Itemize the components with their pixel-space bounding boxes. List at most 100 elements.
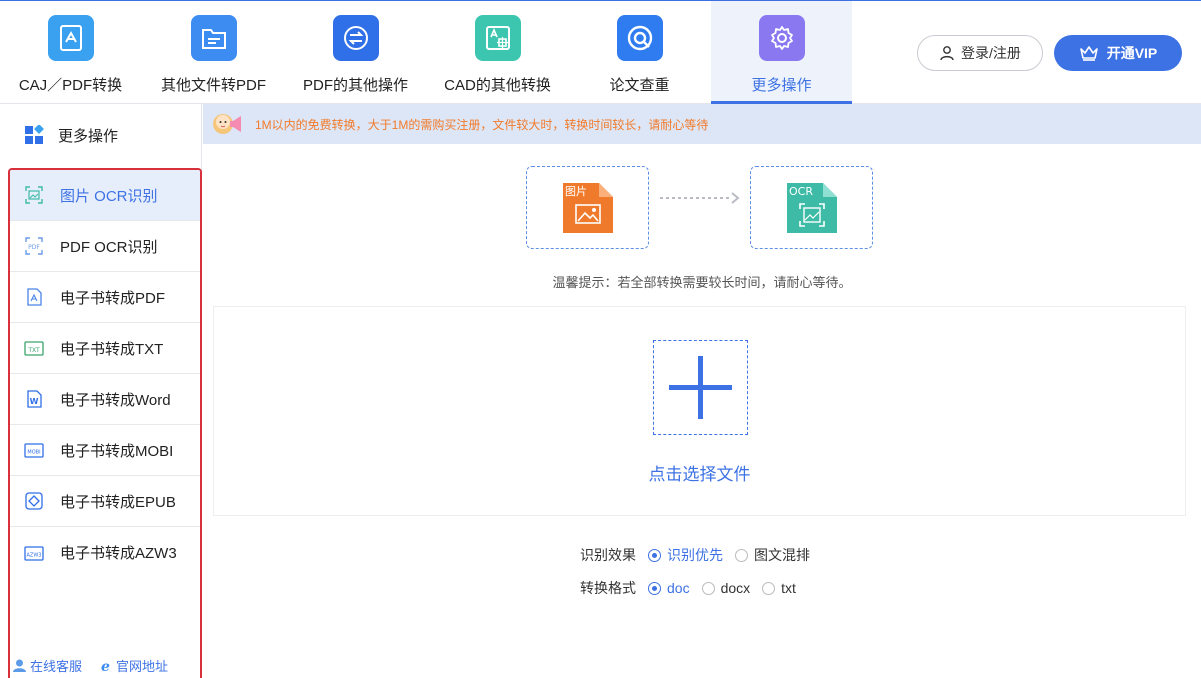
sidebar: 更多操作 图片 OCR识别 PDF PDF OCR识别 电子书转成PDF TXT…: [0, 104, 202, 678]
svg-text:AZW3: AZW3: [27, 552, 42, 558]
notice-bar: 1M以内的免费转换，大于1M的需购买注册，文件较大时，转换时间较长，请耐心等待: [203, 104, 1201, 144]
ocr-file-label: OCR: [789, 185, 813, 198]
svg-text:e: e: [101, 659, 110, 673]
radio-dot: [701, 581, 715, 595]
radio-label: docx: [720, 580, 751, 596]
tool-label: 其他文件转PDF: [160, 77, 266, 94]
svg-text:MOBI: MOBI: [27, 450, 40, 456]
radio-label: 图文混排: [754, 547, 810, 563]
tool-caj-pdf[interactable]: CAJ／PDF转换: [0, 1, 141, 104]
open-vip-button[interactable]: 开通VIP: [1054, 35, 1182, 71]
sidebar-item-label: 电子书转成PDF: [60, 289, 166, 307]
online-service-link[interactable]: 在线客服: [12, 656, 82, 675]
tool-cad-convert[interactable]: CAD的其他转换: [427, 1, 568, 104]
gear-icon: [758, 15, 805, 61]
target-ocr-file: OCR: [750, 166, 873, 249]
output-format-label: 转换格式: [580, 580, 636, 596]
source-image-file: 图片: [526, 166, 649, 249]
ebook-word-icon: W: [27, 390, 42, 408]
recognition-effect-label: 识别效果: [580, 547, 636, 563]
recognition-effect-row: 识别效果 识别优先 图文混排: [580, 545, 822, 565]
top-toolbar: CAJ／PDF转换 其他文件转PDF PDF的其他操作 CAD的其他转换 论文查…: [0, 0, 1201, 104]
sidebar-header-label: 更多操作: [58, 127, 119, 145]
sidebar-item-label: 图片 OCR识别: [60, 187, 158, 205]
customer-service-icon: [13, 659, 26, 672]
tool-file-to-pdf[interactable]: 其他文件转PDF: [143, 1, 284, 104]
sidebar-item-pdf-ocr[interactable]: PDF PDF OCR识别: [10, 221, 200, 272]
user-icon: [940, 46, 954, 61]
crown-icon: [1079, 46, 1098, 61]
grid-apps-icon: [25, 125, 44, 144]
radio-dot: [648, 548, 661, 562]
sidebar-item-label: 电子书转成Word: [60, 391, 171, 409]
sidebar-item-label: 电子书转成EPUB: [60, 493, 176, 511]
tool-label: CAJ／PDF转换: [18, 77, 123, 94]
sidebar-item-ebook-epub[interactable]: 电子书转成EPUB: [10, 476, 200, 527]
sidebar-footer: 在线客服 e 官网地址: [12, 656, 168, 675]
cad-convert-icon: [474, 15, 521, 61]
tool-label: 更多操作: [751, 77, 812, 94]
mascot-megaphone-icon: [213, 114, 241, 134]
svg-text:W: W: [30, 397, 39, 406]
sidebar-header: 更多操作: [0, 104, 201, 166]
sidebar-item-label: 电子书转成TXT: [60, 340, 164, 358]
tool-paper-check[interactable]: 论文查重: [569, 1, 710, 104]
radio-label: txt: [781, 580, 796, 596]
tool-label: PDF的其他操作: [302, 77, 408, 94]
ebook-azw3-icon: AZW3: [24, 545, 44, 561]
radio-dot: [735, 548, 748, 562]
file-to-pdf-icon: [190, 15, 237, 61]
sidebar-item-ebook-pdf[interactable]: 电子书转成PDF: [10, 272, 200, 323]
vip-label: 开通VIP: [1106, 45, 1158, 61]
ebook-pdf-icon: [27, 288, 42, 306]
tool-label: 论文查重: [609, 77, 670, 94]
ebook-mobi-icon: MOBI: [24, 443, 44, 458]
login-label: 登录/注册: [961, 45, 1021, 61]
caj-pdf-convert-icon: [47, 15, 94, 61]
upload-area[interactable]: 点击选择文件: [213, 306, 1186, 516]
radio-format-txt[interactable]: txt: [762, 580, 796, 596]
pdf-operations-icon: [332, 15, 379, 61]
login-register-button[interactable]: 登录/注册: [917, 35, 1043, 71]
radio-recognition-priority[interactable]: 识别优先: [648, 545, 723, 565]
radio-format-docx[interactable]: docx: [701, 580, 751, 596]
official-website-link[interactable]: e 官网地址: [98, 656, 168, 675]
image-file-icon: 图片: [562, 182, 613, 233]
radio-format-doc[interactable]: doc: [648, 580, 690, 596]
sidebar-item-ebook-mobi[interactable]: MOBI 电子书转成MOBI: [10, 425, 200, 476]
online-service-label: 在线客服: [30, 659, 83, 674]
sidebar-item-label: PDF OCR识别: [60, 238, 158, 256]
add-file-button[interactable]: [653, 340, 748, 435]
ebook-epub-icon: [25, 492, 43, 510]
browser-e-icon: e: [101, 659, 110, 673]
plus-icon: [698, 356, 703, 419]
pdf-ocr-icon: PDF: [25, 237, 43, 255]
tool-pdf-operations[interactable]: PDF的其他操作: [285, 1, 426, 104]
radio-dot: [648, 581, 661, 595]
radio-label: doc: [667, 580, 690, 596]
sidebar-list: 图片 OCR识别 PDF PDF OCR识别 电子书转成PDF TXT 电子书转…: [8, 168, 202, 678]
ocr-file-icon: OCR: [786, 182, 837, 233]
tool-label: CAD的其他转换: [444, 77, 551, 94]
sidebar-item-label: 电子书转成AZW3: [60, 545, 177, 562]
sidebar-item-ebook-azw3[interactable]: AZW3 电子书转成AZW3: [10, 527, 200, 578]
image-file-label: 图片: [565, 185, 587, 198]
svg-text:PDF: PDF: [28, 244, 40, 251]
sidebar-item-label: 电子书转成MOBI: [60, 442, 174, 460]
sidebar-item-ebook-word[interactable]: W 电子书转成Word: [10, 374, 200, 425]
conversion-arrow: [660, 192, 740, 204]
tool-more-operations[interactable]: 更多操作: [711, 1, 852, 104]
radio-dot: [762, 581, 776, 595]
ebook-txt-icon: TXT: [24, 341, 44, 356]
image-ocr-icon: [25, 186, 43, 204]
select-file-link[interactable]: 点击选择文件: [214, 460, 1185, 485]
official-website-label: 官网地址: [116, 659, 169, 674]
hint-text: 温馨提示：若全部转换需要较长时间，请耐心等待。: [552, 275, 852, 290]
radio-mixed-layout[interactable]: 图文混排: [735, 545, 810, 565]
output-format-row: 转换格式 doc docx txt: [580, 578, 808, 598]
paper-check-icon: [616, 15, 663, 61]
notice-text: 1M以内的免费转换，大于1M的需购买注册，文件较大时，转换时间较长，请耐心等待: [255, 117, 709, 132]
sidebar-item-image-ocr[interactable]: 图片 OCR识别: [10, 170, 200, 221]
radio-label: 识别优先: [667, 547, 723, 563]
sidebar-item-ebook-txt[interactable]: TXT 电子书转成TXT: [10, 323, 200, 374]
